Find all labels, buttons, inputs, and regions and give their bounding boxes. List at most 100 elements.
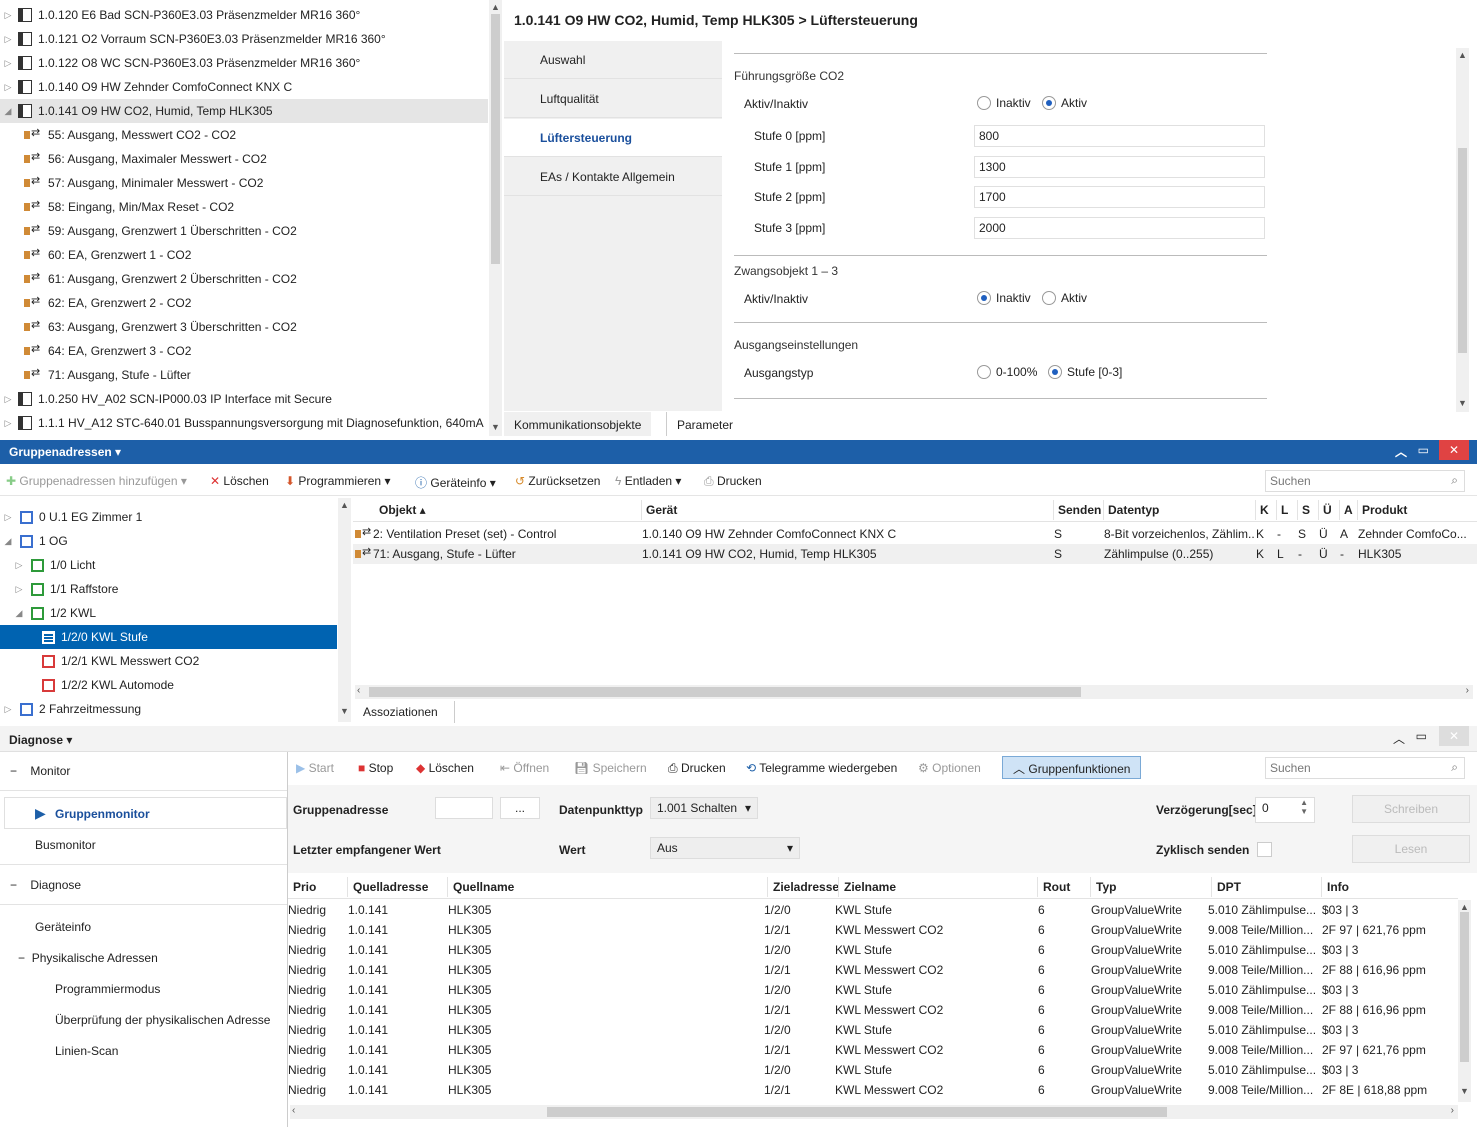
column-header[interactable]: S bbox=[1302, 503, 1310, 517]
scroll-down-icon[interactable]: ▼ bbox=[1458, 398, 1467, 408]
cyclic-checkbox[interactable] bbox=[1257, 842, 1272, 857]
group-tree-item[interactable]: 1/2/2 KWL Automode bbox=[0, 673, 337, 697]
stepper-arrows-icon[interactable]: ▲ ▼ bbox=[1300, 798, 1308, 816]
group-functions-toggle[interactable]: ︿ Gruppenfunktionen bbox=[1002, 756, 1142, 779]
table-row[interactable]: Niedrig 1.0.141 HLK305 1/2/0 KWL Stufe 6 Group… bbox=[288, 941, 1458, 961]
column-header[interactable]: L bbox=[1281, 503, 1288, 517]
scroll-down-icon[interactable]: ▼ bbox=[1460, 1086, 1469, 1096]
program-button[interactable]: ⬇ Programmieren ▾ bbox=[285, 474, 390, 488]
dpt-select[interactable]: 1.001 Schalten ▾ bbox=[650, 797, 758, 819]
column-header[interactable]: Ü bbox=[1323, 503, 1332, 517]
device-tree-item[interactable]: ▷ 1.0.120 E6 Bad SCN-P360E3.03 Präsenzmel… bbox=[0, 3, 488, 27]
telegram-vscroll[interactable]: ▲ ▼ bbox=[1458, 900, 1471, 1102]
unload-button[interactable]: ϟ Entladen ▾ bbox=[615, 474, 681, 488]
expander-icon[interactable]: ▷ bbox=[13, 584, 25, 595]
radio-percent[interactable] bbox=[977, 365, 991, 379]
nav-item-geraeteinfo[interactable]: Geräteinfo bbox=[35, 920, 91, 934]
browse-button[interactable]: ... bbox=[500, 797, 540, 819]
column-header[interactable]: Datentyp bbox=[1108, 503, 1159, 517]
column-header[interactable]: A bbox=[1344, 503, 1353, 517]
object-tree-item[interactable]: 56: Ausgang, Maximaler Messwert - CO2 bbox=[0, 147, 488, 171]
tab-parameter[interactable]: Parameter bbox=[666, 412, 743, 436]
nav-item-gruppenmonitor[interactable]: ▶ Gruppenmonitor bbox=[4, 797, 287, 829]
clear-button[interactable]: ◆ Löschen bbox=[416, 761, 474, 775]
scroll-up-icon[interactable]: ▲ bbox=[1460, 902, 1469, 912]
search-input[interactable]: Suchen ⌕ bbox=[1265, 470, 1465, 492]
expander-icon[interactable]: ▷ bbox=[2, 34, 14, 45]
column-header[interactable]: Produkt bbox=[1362, 503, 1407, 517]
scroll-thumb[interactable] bbox=[491, 14, 500, 264]
param-tab[interactable]: Luftqualität bbox=[504, 80, 722, 118]
object-tree-item[interactable]: 62: EA, Grenzwert 2 - CO2 bbox=[0, 291, 488, 315]
close-icon[interactable]: ✕ bbox=[1439, 440, 1469, 460]
device-tree-scrollbar[interactable]: ▲ ▼ bbox=[489, 0, 502, 436]
radio-inaktiv[interactable] bbox=[977, 96, 991, 110]
group-tree-item[interactable]: ◢ 1 OG bbox=[0, 529, 337, 553]
read-button[interactable]: Lesen bbox=[1352, 835, 1470, 863]
collapse-icon[interactable]: ︿ bbox=[1393, 730, 1405, 747]
table-row[interactable]: Niedrig 1.0.141 HLK305 1/2/0 KWL Stufe 6 Group… bbox=[288, 1021, 1458, 1041]
group-address-input[interactable] bbox=[435, 797, 493, 819]
radio-aktiv[interactable] bbox=[1042, 291, 1056, 305]
open-button[interactable]: ⇤ Öffnen bbox=[500, 761, 549, 775]
radio-inaktiv[interactable] bbox=[977, 291, 991, 305]
group-tree-scrollbar[interactable]: ▲ ▼ bbox=[338, 498, 351, 722]
param-tab[interactable]: EAs / Kontakte Allgemein bbox=[504, 158, 722, 196]
radio-stufe[interactable] bbox=[1048, 365, 1062, 379]
column-header[interactable]: Zieladresse bbox=[773, 880, 839, 894]
stop-button[interactable]: ■ Stop bbox=[358, 761, 393, 775]
replay-button[interactable]: ⟲ Telegramme wiedergeben bbox=[746, 761, 897, 775]
search-input[interactable]: Suchen ⌕ bbox=[1265, 757, 1465, 779]
device-tree-item[interactable]: ▷ 1.0.250 HV_A02 SCN-IP000.03 IP Interfac… bbox=[0, 387, 488, 411]
scroll-left-icon[interactable]: ‹ bbox=[292, 1105, 295, 1116]
column-header[interactable]: Typ bbox=[1096, 880, 1116, 894]
scroll-up-icon[interactable]: ▲ bbox=[491, 2, 500, 12]
expander-icon[interactable]: ▷ bbox=[2, 512, 14, 523]
group-tree-item[interactable]: ▷ 1/0 Licht bbox=[0, 553, 337, 577]
expander-icon[interactable]: ◢ bbox=[2, 536, 14, 547]
save-button[interactable]: 💾︎ Speichern bbox=[574, 761, 647, 775]
group-tree-item[interactable]: ▷ 2 Fahrzeitmessung bbox=[0, 697, 337, 721]
param-tab[interactable]: Lüftersteuerung bbox=[504, 119, 722, 157]
column-header[interactable]: Rout bbox=[1043, 880, 1070, 894]
ppm-input[interactable]: 1700 bbox=[974, 186, 1265, 208]
write-button[interactable]: Schreiben bbox=[1352, 795, 1470, 823]
group-table-hscroll[interactable]: ‹ › bbox=[355, 685, 1473, 699]
ppm-input[interactable]: 2000 bbox=[974, 216, 1265, 239]
device-tree-item[interactable]: ▷ 1.1.1 HV_A12 STC-640.01 Busspannungsver… bbox=[0, 411, 488, 435]
close-icon[interactable]: ✕ bbox=[1439, 726, 1469, 746]
add-group-button[interactable]: ✚ Gruppenadressen hinzufügen ▾ bbox=[6, 474, 187, 488]
table-row[interactable]: Niedrig 1.0.141 HLK305 1/2/1 KWL Messwert CO… bbox=[288, 1001, 1458, 1021]
monitor-group[interactable]: − Monitor bbox=[10, 764, 70, 778]
print-button[interactable]: ⎙ Drucken bbox=[668, 761, 726, 776]
table-row[interactable]: Niedrig 1.0.141 HLK305 1/2/1 KWL Messwert CO… bbox=[288, 921, 1458, 941]
scroll-up-icon[interactable]: ▲ bbox=[1458, 50, 1467, 60]
table-row[interactable]: Niedrig 1.0.141 HLK305 1/2/1 KWL Messwert CO… bbox=[288, 1041, 1458, 1061]
expander-icon[interactable]: ▷ bbox=[2, 10, 14, 21]
column-header[interactable]: Zielname bbox=[844, 880, 896, 894]
group-tree-item[interactable]: ◢ 1/2 KWL bbox=[0, 601, 337, 625]
expander-icon[interactable]: ◢ bbox=[13, 608, 25, 619]
delay-stepper[interactable]: 0 ▲ ▼ bbox=[1255, 797, 1315, 823]
ppm-input[interactable]: 800 bbox=[974, 125, 1265, 147]
expander-icon[interactable]: ▷ bbox=[2, 394, 14, 405]
nav-item-physical-addresses[interactable]: − Physikalische Adressen bbox=[18, 951, 158, 965]
object-tree-item[interactable]: 64: EA, Grenzwert 3 - CO2 bbox=[0, 339, 488, 363]
scroll-right-icon[interactable]: › bbox=[1451, 1105, 1454, 1116]
expander-icon[interactable]: ▷ bbox=[2, 58, 14, 69]
table-row[interactable]: Niedrig 1.0.141 HLK305 1/2/1 KWL Messwert CO… bbox=[288, 961, 1458, 981]
reset-button[interactable]: ↺ Zurücksetzen bbox=[515, 474, 600, 488]
tab-kommunikationsobjekte[interactable]: Kommunikationsobjekte bbox=[504, 412, 652, 436]
column-header[interactable]: Senden bbox=[1058, 503, 1101, 517]
object-tree-item[interactable]: 63: Ausgang, Grenzwert 3 Überschritten -… bbox=[0, 315, 488, 339]
info-button[interactable]: ⓘ Geräteinfo ▾ bbox=[415, 474, 496, 491]
panel-title[interactable]: Gruppenadressen ▾ bbox=[9, 445, 121, 459]
table-row[interactable]: 71: Ausgang, Stufe - Lüfter 1.0.141 O9 HW… bbox=[353, 544, 1477, 564]
column-header[interactable]: K bbox=[1260, 503, 1269, 517]
expander-icon[interactable]: ▷ bbox=[2, 418, 14, 429]
column-header[interactable]: Objekt ▴ bbox=[379, 503, 426, 517]
scroll-thumb[interactable] bbox=[1460, 912, 1469, 1062]
table-row[interactable]: Niedrig 1.0.141 HLK305 1/2/0 KWL Stufe 6 Group… bbox=[288, 981, 1458, 1001]
radio-aktiv[interactable] bbox=[1042, 96, 1056, 110]
delete-button[interactable]: ✕ Löschen bbox=[210, 474, 269, 488]
